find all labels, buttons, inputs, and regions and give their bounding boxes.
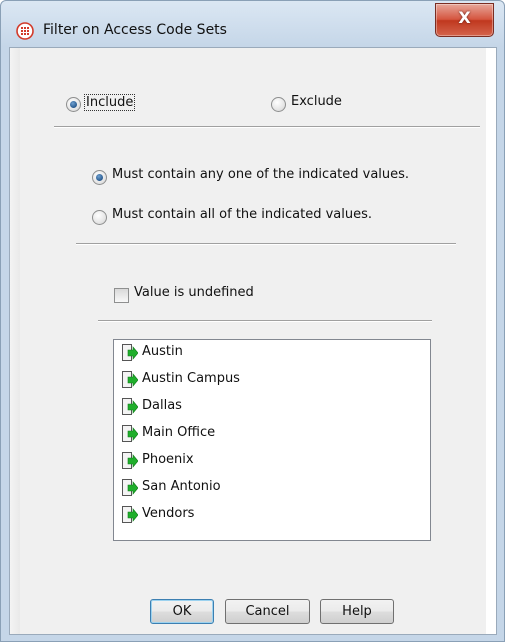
list-item-label: Austin [142, 344, 183, 359]
exclude-radio[interactable] [271, 97, 286, 112]
window-title: Filter on Access Code Sets [43, 22, 227, 38]
separator [76, 243, 456, 245]
list-item-label: Dallas [142, 398, 182, 413]
match-all-label[interactable]: Must contain all of the indicated values… [112, 207, 372, 222]
access-code-arrow-icon [122, 371, 138, 388]
access-code-arrow-icon [122, 452, 138, 469]
list-item-label: San Antonio [142, 479, 221, 494]
cancel-button[interactable]: Cancel [225, 599, 310, 624]
filter-panel: Include Exclude Must contain any one of … [20, 48, 486, 634]
access-code-arrow-icon [122, 506, 138, 523]
access-code-arrow-icon [122, 479, 138, 496]
separator [54, 126, 480, 128]
access-code-icon [16, 22, 34, 40]
include-radio[interactable] [66, 97, 81, 112]
match-any-label[interactable]: Must contain any one of the indicated va… [112, 167, 409, 182]
match-all-radio[interactable] [92, 210, 107, 225]
dialog-client-area: Include Exclude Must contain any one of … [9, 47, 497, 635]
dialog-window: Filter on Access Code Sets X Include Exc… [0, 0, 505, 642]
list-item-label: Main Office [142, 425, 216, 440]
list-item-label: Vendors [142, 506, 195, 521]
left-strip [10, 48, 20, 634]
close-button[interactable]: X [435, 3, 494, 37]
access-code-arrow-icon [122, 344, 138, 361]
include-label[interactable]: Include [84, 94, 136, 111]
value-undefined-label[interactable]: Value is undefined [134, 285, 254, 300]
match-any-radio[interactable] [92, 170, 107, 185]
access-code-arrow-icon [122, 425, 138, 442]
title-bar[interactable]: Filter on Access Code Sets X [1, 1, 504, 47]
values-list[interactable]: Austin Austin Campus Dallas Main Office Phoe… [113, 339, 431, 541]
help-button[interactable]: Help [320, 599, 394, 624]
ok-button[interactable]: OK [150, 599, 214, 624]
list-item-label: Phoenix [142, 452, 194, 467]
separator [98, 320, 432, 322]
list-item-label: Austin Campus [142, 371, 240, 386]
access-code-arrow-icon [122, 398, 138, 415]
close-icon: X [458, 8, 471, 27]
exclude-label[interactable]: Exclude [291, 94, 342, 109]
value-undefined-checkbox[interactable] [114, 288, 129, 303]
